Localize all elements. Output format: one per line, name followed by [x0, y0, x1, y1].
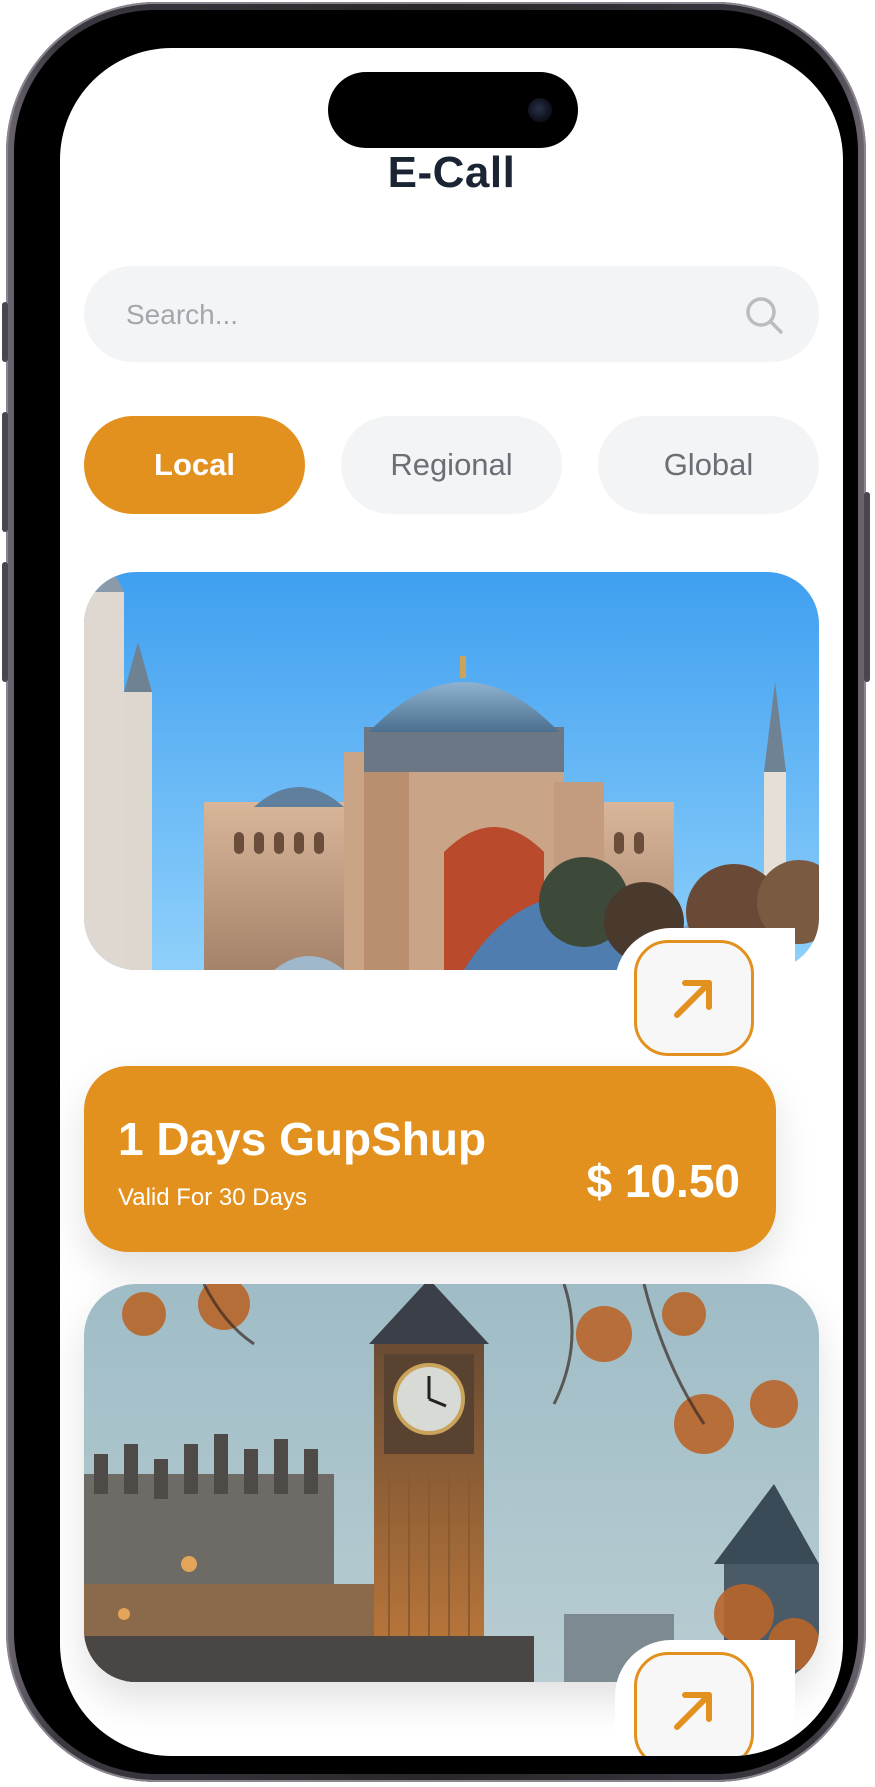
- arrow-up-right-icon: [674, 1692, 712, 1730]
- card-open-button[interactable]: [634, 1652, 754, 1756]
- category-tabs: Local Regional Global: [84, 416, 819, 514]
- search-input[interactable]: [124, 266, 688, 364]
- big-ben-illustration: [84, 1284, 819, 1682]
- tab-global[interactable]: Global: [598, 416, 819, 514]
- volume-up-button: [2, 412, 8, 532]
- plan-price: $ 10.50: [586, 1155, 740, 1207]
- hagia-sophia-illustration: [84, 572, 819, 970]
- tab-local[interactable]: Local: [84, 416, 305, 514]
- power-button: [864, 492, 870, 682]
- search-bar[interactable]: [84, 266, 819, 364]
- card-open-button[interactable]: [634, 940, 754, 1056]
- dynamic-island: [328, 72, 578, 148]
- action-button: [2, 302, 8, 362]
- hagia-sophia-photo[interactable]: [84, 572, 819, 970]
- phone-bezel: E-Call Local Regional Global: [14, 10, 858, 1774]
- page-title: E-Call: [387, 148, 516, 197]
- big-ben-photo[interactable]: [84, 1284, 819, 1682]
- phone-frame: E-Call Local Regional Global: [2, 2, 870, 1782]
- plan-name: 1 Days GupShup: [118, 1113, 487, 1165]
- tab-regional[interactable]: Regional: [341, 416, 562, 514]
- search-icon[interactable]: [743, 294, 785, 336]
- arrow-up-right-icon: [674, 980, 712, 1018]
- app-screen: E-Call Local Regional Global: [60, 48, 843, 1756]
- volume-down-button: [2, 562, 8, 682]
- plan-validity: Valid For 30 Days: [118, 1184, 307, 1211]
- plan-card[interactable]: 1 Days GupShup Valid For 30 Days $ 10.50: [84, 1066, 776, 1252]
- camera-icon: [528, 98, 552, 122]
